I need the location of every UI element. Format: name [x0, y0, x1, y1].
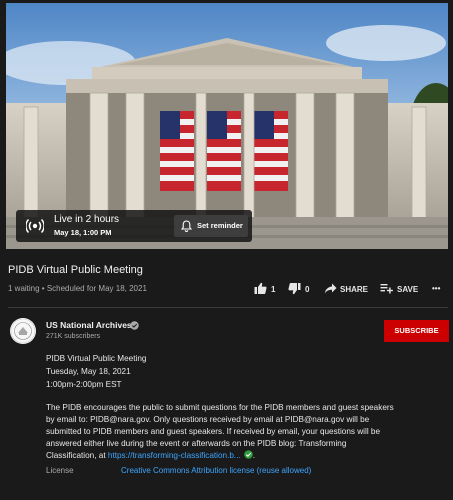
license-label: License: [46, 466, 74, 475]
description-paragraph-line: answered either live during the event or…: [46, 439, 347, 448]
live-banner: Live in 2 hours May 18, 1:00 PM Set remi…: [16, 210, 252, 242]
dislike-button[interactable]: 0: [288, 282, 318, 296]
description-paragraph-line: by email to: PIDB@nara.gov. Only questio…: [46, 415, 370, 424]
description-text: .: [252, 451, 256, 460]
description-paragraph-line: submitted to PIDB members and guest spea…: [46, 427, 381, 436]
section-divider: [8, 307, 448, 308]
archives-seal-icon: [10, 318, 36, 344]
verified-icon: [130, 321, 139, 330]
check-icon: [243, 450, 253, 459]
dislike-count: 0: [305, 285, 310, 294]
blog-link[interactable]: https://transforming-classification.b...: [108, 451, 241, 460]
like-count: 1: [271, 285, 276, 294]
subscribe-button[interactable]: SUBSCRIBE: [384, 320, 449, 342]
thumbs-up-icon: [254, 282, 267, 294]
live-datetime: May 18, 1:00 PM: [54, 228, 112, 237]
save-label: SAVE: [397, 285, 419, 294]
video-player[interactable]: Live in 2 hours May 18, 1:00 PM Set remi…: [6, 3, 448, 249]
description-line: PIDB Virtual Public Meeting: [46, 354, 147, 363]
video-title: PIDB Virtual Public Meeting: [8, 264, 143, 276]
description-text: Classification, at: [46, 451, 108, 460]
share-label: SHARE: [340, 285, 369, 294]
video-meta: 1 waiting • Scheduled for May 18, 2021: [8, 284, 147, 293]
license-link[interactable]: Creative Commons Attribution license (re…: [121, 466, 311, 475]
live-status: Live in 2 hours: [54, 214, 120, 225]
share-button[interactable]: SHARE: [324, 282, 372, 296]
set-reminder-label: Set reminder: [197, 221, 243, 230]
like-button[interactable]: 1: [254, 282, 284, 296]
description-line: 1:00pm-2:00pm EST: [46, 380, 122, 389]
share-icon: [324, 283, 337, 294]
subscriber-count: 271K subscribers: [46, 333, 101, 340]
more-icon: •••: [432, 284, 441, 293]
channel-name[interactable]: US National Archives: [46, 320, 132, 330]
more-actions-button[interactable]: •••: [432, 282, 448, 296]
description-paragraph-line: The PIDB encourages the public to submit…: [46, 403, 394, 412]
thumbs-down-icon: [288, 283, 301, 295]
set-reminder-button[interactable]: Set reminder: [174, 215, 248, 237]
description-line: Tuesday, May 18, 2021: [46, 367, 131, 376]
live-broadcast-icon: [26, 218, 44, 234]
save-button[interactable]: SAVE: [380, 282, 424, 296]
save-playlist-icon: [380, 284, 393, 294]
channel-avatar[interactable]: [10, 318, 36, 344]
description-paragraph-line: Classification, at https://transforming-…: [46, 450, 255, 463]
bell-icon: [181, 220, 192, 232]
